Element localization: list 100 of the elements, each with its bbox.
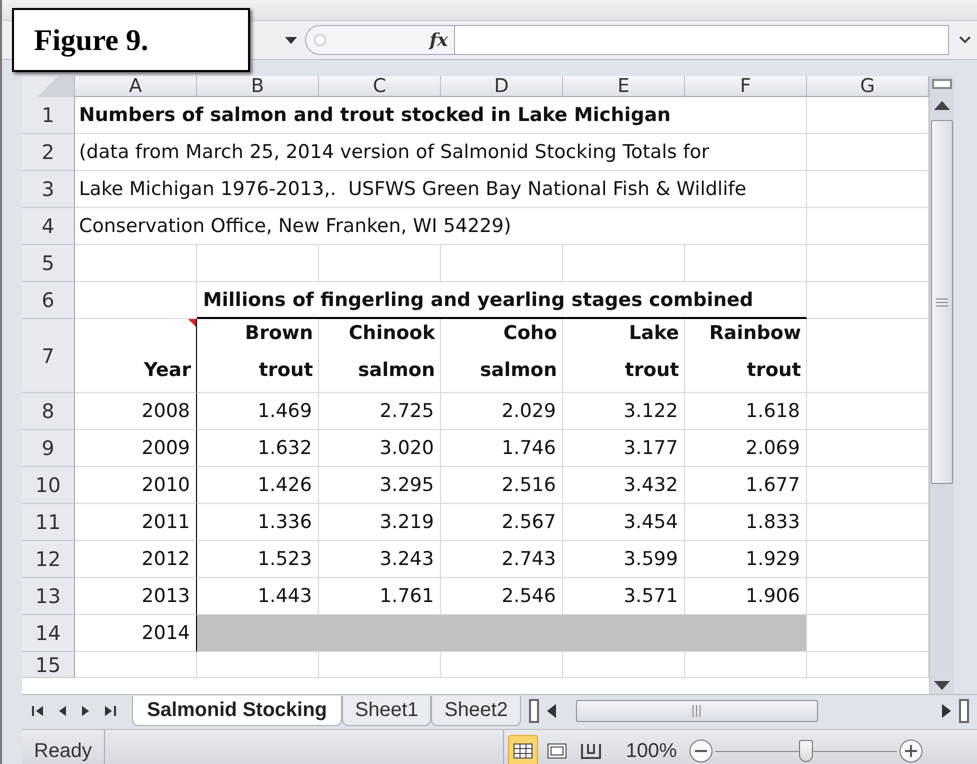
grip-icon bbox=[692, 705, 702, 717]
horizontal-scroll-thumb[interactable] bbox=[576, 700, 818, 722]
scroll-right-icon[interactable] bbox=[942, 704, 951, 718]
row-number[interactable]: 7 bbox=[22, 319, 75, 393]
table-cell: 1.443 bbox=[258, 585, 312, 607]
empty-cell[interactable] bbox=[319, 245, 441, 282]
split-handle[interactable] bbox=[959, 699, 969, 723]
status-text: Ready bbox=[22, 730, 105, 764]
row-number[interactable]: 10 bbox=[22, 467, 75, 504]
next-sheet-icon[interactable] bbox=[81, 705, 90, 717]
scroll-left-icon[interactable] bbox=[546, 704, 556, 718]
formula-bar-handle[interactable] bbox=[314, 34, 326, 46]
first-sheet-icon[interactable] bbox=[32, 705, 44, 717]
column-heading: Lake trout bbox=[624, 321, 679, 383]
table-cell: 1.523 bbox=[258, 548, 312, 570]
previous-sheet-icon[interactable] bbox=[58, 705, 67, 717]
column-heading: Coho salmon bbox=[480, 321, 557, 383]
page-icon bbox=[546, 743, 567, 759]
row-number[interactable]: 3 bbox=[22, 171, 75, 208]
table-cell: 1.677 bbox=[746, 474, 800, 496]
table-cell: 3.020 bbox=[380, 437, 434, 459]
split-box[interactable] bbox=[932, 79, 952, 89]
empty-cell[interactable] bbox=[319, 652, 441, 678]
zoom-out-icon[interactable] bbox=[688, 739, 713, 763]
source-note: (data from March 25, 2014 version of Salmonid Stocking Totals for bbox=[79, 141, 710, 163]
table-cell: 1.632 bbox=[258, 437, 312, 459]
zoom-slider-thumb[interactable] bbox=[798, 740, 813, 762]
year-cell: 2008 bbox=[142, 400, 190, 422]
scroll-down-icon[interactable] bbox=[934, 681, 950, 690]
table-cell: 1.746 bbox=[502, 437, 556, 459]
table-cell: 2.743 bbox=[502, 548, 556, 570]
empty-cell[interactable] bbox=[685, 245, 807, 282]
formula-input-field[interactable] bbox=[455, 25, 949, 55]
table-cell: 2.567 bbox=[502, 511, 556, 533]
year-cell: 2013 bbox=[142, 585, 190, 607]
row-number[interactable]: 12 bbox=[22, 541, 75, 578]
expand-caret-icon[interactable] bbox=[959, 36, 971, 44]
column-header[interactable]: C bbox=[319, 76, 441, 97]
tab-split-handle[interactable] bbox=[528, 699, 539, 723]
column-header[interactable]: G bbox=[807, 76, 929, 97]
last-sheet-icon[interactable] bbox=[104, 705, 116, 717]
zoom-in-icon[interactable] bbox=[898, 739, 923, 763]
column-header[interactable]: E bbox=[563, 76, 685, 97]
scroll-thumb[interactable] bbox=[931, 120, 953, 484]
normal-view-button[interactable] bbox=[508, 735, 538, 764]
row-number[interactable]: 14 bbox=[22, 615, 75, 652]
table-cell: 1.336 bbox=[258, 511, 312, 533]
empty-cell[interactable] bbox=[441, 245, 563, 282]
row-number[interactable]: 8 bbox=[22, 393, 75, 430]
row-number[interactable]: 1 bbox=[22, 97, 75, 134]
empty-cell[interactable] bbox=[563, 652, 685, 678]
insert-function-button[interactable]: fx bbox=[430, 30, 448, 50]
empty-cell[interactable] bbox=[685, 652, 807, 678]
row-number[interactable]: 6 bbox=[22, 282, 75, 319]
empty-cell[interactable] bbox=[441, 652, 563, 678]
sheet-tab[interactable]: Sheet1 bbox=[342, 696, 432, 726]
table-cell: 2.516 bbox=[502, 474, 556, 496]
column-heading: Year bbox=[144, 358, 191, 383]
row-number[interactable]: 13 bbox=[22, 578, 75, 615]
grip-icon bbox=[936, 298, 948, 306]
row-number[interactable]: 9 bbox=[22, 430, 75, 467]
zoom-level[interactable]: 100% bbox=[626, 740, 677, 762]
column-header[interactable]: A bbox=[75, 76, 197, 97]
table-cell: 1.761 bbox=[380, 585, 434, 607]
empty-cell[interactable] bbox=[563, 245, 685, 282]
column-heading: Brown trout bbox=[245, 321, 313, 383]
empty-cell[interactable] bbox=[197, 245, 319, 282]
sheet-tab[interactable]: Sheet2 bbox=[431, 696, 521, 726]
table-cell: 2.546 bbox=[502, 585, 556, 607]
column-header[interactable]: D bbox=[441, 76, 563, 97]
row-number[interactable]: 2 bbox=[22, 134, 75, 171]
row-number[interactable]: 11 bbox=[22, 504, 75, 541]
table-cell: 3.571 bbox=[624, 585, 678, 607]
source-note: Conservation Office, New Franken, WI 54229) bbox=[79, 215, 512, 237]
figure-label: Figure 9. bbox=[12, 8, 250, 72]
table-cell: 2.069 bbox=[746, 437, 800, 459]
year-cell: 2014 bbox=[142, 622, 190, 644]
table-cell: 1.833 bbox=[746, 511, 800, 533]
year-cell: 2009 bbox=[142, 437, 190, 459]
row-number[interactable]: 15 bbox=[22, 652, 75, 678]
scroll-up-icon[interactable] bbox=[934, 101, 950, 110]
table-cell: 1.618 bbox=[746, 400, 800, 422]
year-cell: 2012 bbox=[142, 548, 190, 570]
select-all-corner[interactable] bbox=[22, 76, 75, 98]
column-heading: Chinook salmon bbox=[348, 321, 435, 383]
table-cell: 3.454 bbox=[624, 511, 678, 533]
row-number[interactable]: 5 bbox=[22, 245, 75, 282]
source-note: Lake Michigan 1976-2013,. USFWS Green Bay National Fish & Wildlife bbox=[79, 178, 746, 200]
column-header[interactable]: F bbox=[685, 76, 807, 97]
column-header[interactable]: B bbox=[197, 76, 319, 97]
table-cell: 3.219 bbox=[380, 511, 434, 533]
dropdown-caret-icon[interactable] bbox=[285, 36, 297, 44]
sheet-tab[interactable]: Salmonid Stocking bbox=[132, 696, 342, 726]
table-cell: 3.432 bbox=[624, 474, 678, 496]
table-cell: 1.906 bbox=[746, 585, 800, 607]
page-break-icon bbox=[580, 743, 601, 759]
table-cell: 1.929 bbox=[746, 548, 800, 570]
row-number[interactable]: 4 bbox=[22, 208, 75, 245]
table-cell: 2.029 bbox=[502, 400, 556, 422]
empty-cell[interactable] bbox=[197, 652, 319, 678]
